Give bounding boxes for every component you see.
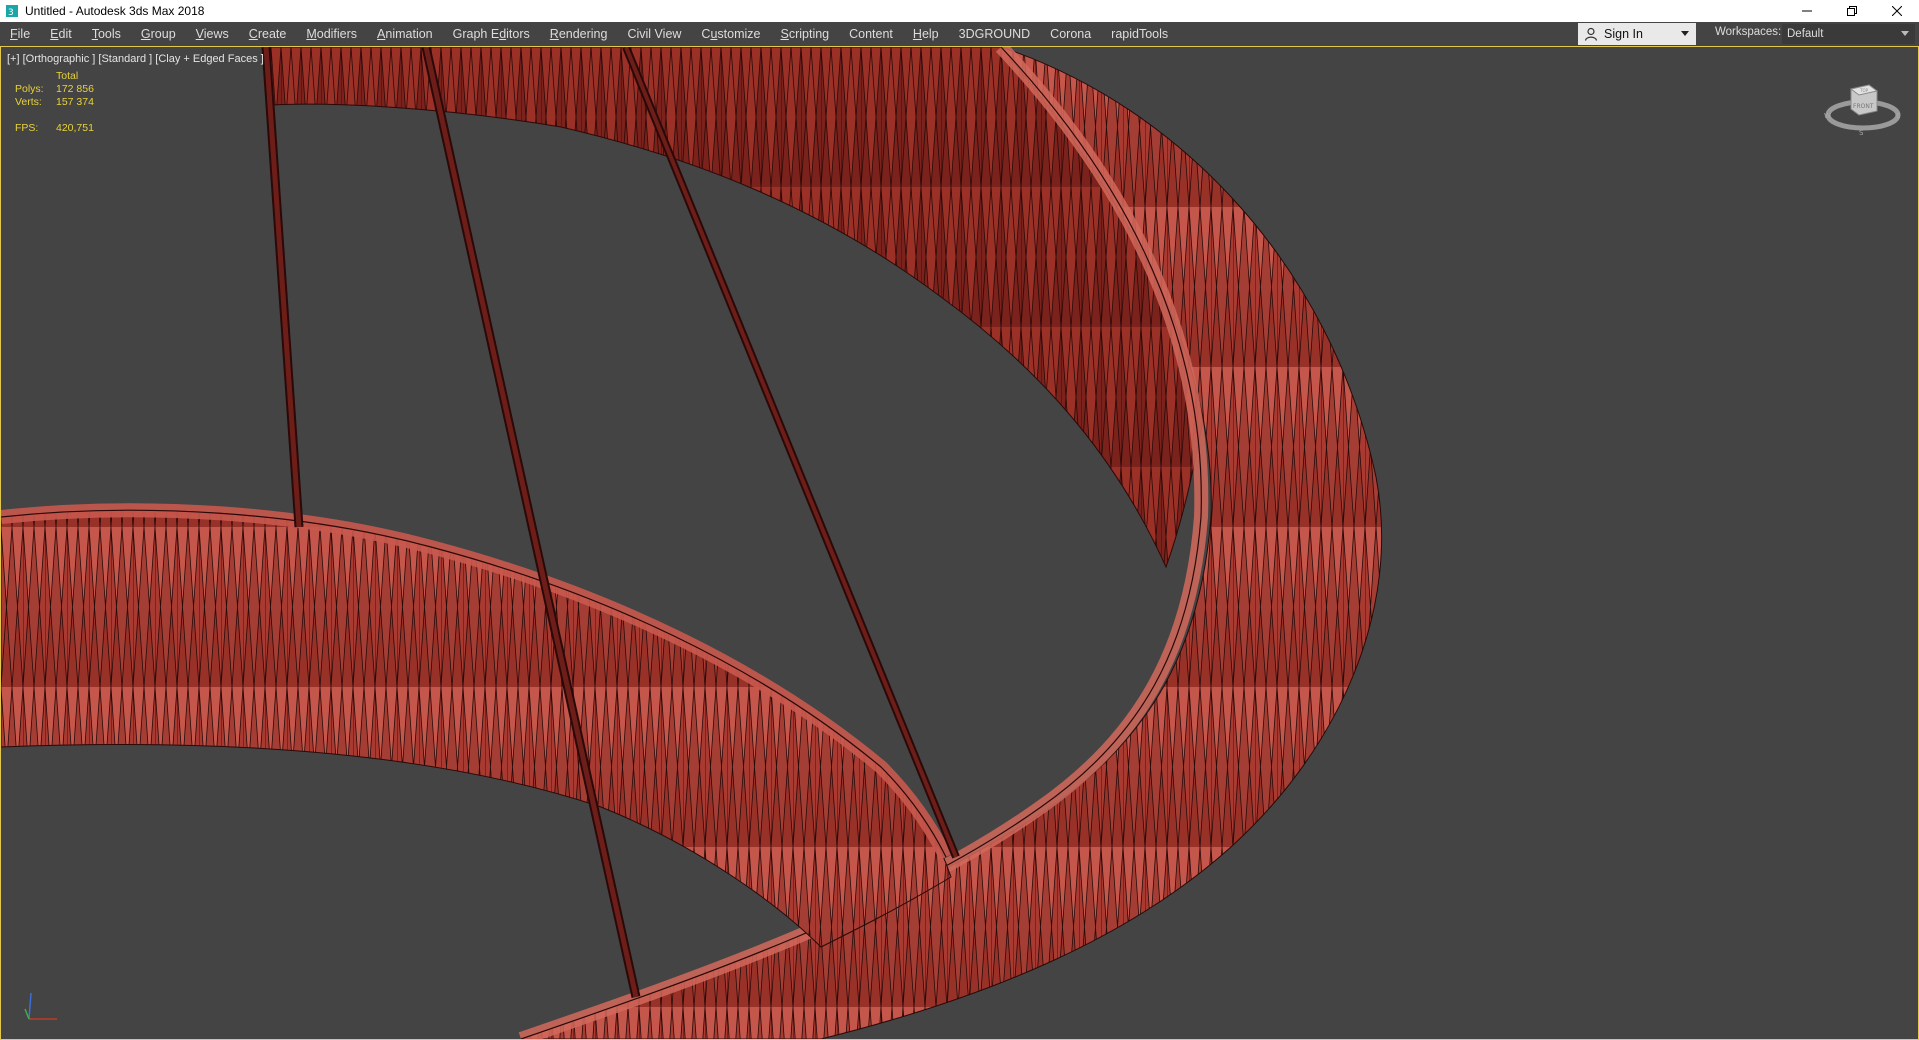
menu-animation[interactable]: Animation bbox=[367, 27, 443, 41]
menu-tools[interactable]: Tools bbox=[82, 27, 131, 41]
stats-verts-label: Verts: bbox=[15, 96, 42, 108]
menu-views[interactable]: Views bbox=[186, 27, 239, 41]
menu-3dground[interactable]: 3DGROUND bbox=[949, 27, 1041, 41]
close-icon bbox=[1891, 6, 1902, 16]
caret-down-icon bbox=[1901, 31, 1909, 36]
compass-e-label: E bbox=[1896, 112, 1900, 120]
minimize-icon bbox=[1801, 10, 1812, 12]
menu-bar: File Edit Tools Group Views Create Modif… bbox=[0, 22, 1919, 46]
menu-file[interactable]: File bbox=[0, 27, 40, 41]
stats-polys-value: 172 856 bbox=[56, 83, 94, 95]
menu-edit[interactable]: Edit bbox=[40, 27, 82, 41]
menu-scripting[interactable]: Scripting bbox=[770, 27, 839, 41]
caret-down-icon bbox=[1681, 31, 1689, 36]
menu-group[interactable]: Group bbox=[131, 27, 186, 41]
restore-icon bbox=[1846, 6, 1857, 16]
stats-polys-label: Polys: bbox=[15, 83, 44, 95]
viewport-label[interactable]: [+] [Orthographic ] [Standard ] [Clay + … bbox=[7, 53, 264, 65]
menu-help[interactable]: Help bbox=[903, 27, 949, 41]
axis-tripod-icon bbox=[24, 992, 57, 1020]
viewcube[interactable]: FRONT TOP W S E bbox=[1823, 79, 1903, 139]
compass-s-label: S bbox=[1859, 129, 1864, 137]
close-button[interactable] bbox=[1874, 0, 1919, 22]
stats-total-label: Total bbox=[56, 70, 79, 82]
menu-customize[interactable]: Customize bbox=[691, 27, 770, 41]
perspective-viewport[interactable]: [+] [Orthographic ] [Standard ] [Clay + … bbox=[0, 46, 1919, 1040]
window-title: Untitled - Autodesk 3ds Max 2018 bbox=[25, 4, 205, 18]
sign-in-button[interactable]: Sign In bbox=[1578, 23, 1696, 45]
user-icon bbox=[1584, 27, 1598, 41]
scene-geometry bbox=[1, 47, 1383, 1039]
menu-content[interactable]: Content bbox=[839, 27, 903, 41]
viewcube-top-label: TOP bbox=[1859, 88, 1869, 93]
restore-button[interactable] bbox=[1829, 0, 1874, 22]
3dsmax-app-icon: 3 bbox=[6, 5, 18, 18]
viewcube-front-label: FRONT bbox=[1853, 103, 1874, 110]
workspaces-dropdown[interactable]: Default bbox=[1782, 24, 1915, 44]
workspaces-label: Workspaces: bbox=[1715, 26, 1782, 38]
stats-verts-value: 157 374 bbox=[56, 96, 94, 108]
menu-modifiers[interactable]: Modifiers bbox=[296, 27, 367, 41]
minimize-button[interactable] bbox=[1784, 0, 1829, 22]
menu-civil-view[interactable]: Civil View bbox=[617, 27, 691, 41]
menu-rapidtools[interactable]: rapidTools bbox=[1101, 27, 1178, 41]
stats-fps-value: 420,751 bbox=[56, 122, 94, 134]
compass-w-label: W bbox=[1824, 112, 1831, 120]
menu-corona[interactable]: Corona bbox=[1040, 27, 1101, 41]
menu-rendering[interactable]: Rendering bbox=[540, 27, 618, 41]
stats-fps-label: FPS: bbox=[15, 122, 39, 134]
menu-graph-editors[interactable]: Graph Editors bbox=[443, 27, 540, 41]
title-bar: 3 Untitled - Autodesk 3ds Max 2018 bbox=[0, 0, 1919, 22]
menu-create[interactable]: Create bbox=[239, 27, 297, 41]
svg-text:3: 3 bbox=[8, 8, 14, 18]
workspaces-value: Default bbox=[1787, 28, 1824, 40]
sign-in-label: Sign In bbox=[1604, 27, 1643, 41]
